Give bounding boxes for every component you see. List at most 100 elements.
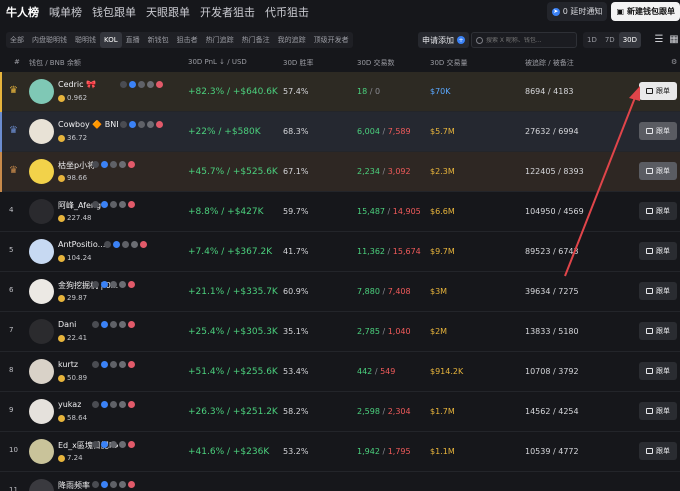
copy-icon[interactable] — [138, 81, 145, 88]
copy-icon[interactable] — [110, 161, 117, 168]
table-row[interactable]: 4 阿峰_Afeng 227.48 +8.8% / +$427K 59.7% 15,487… — [0, 192, 680, 232]
heart-icon[interactable] — [128, 161, 135, 168]
copy-icon[interactable] — [110, 441, 117, 448]
wallet-name[interactable]: kurtz — [58, 360, 78, 369]
avatar[interactable] — [29, 159, 54, 184]
wallet-name[interactable]: Cedric 🎀 — [58, 80, 96, 89]
tab-wallet-copy[interactable]: 钱包跟单 — [92, 4, 136, 20]
tab-dev-snipe[interactable]: 开发者狙击 — [200, 4, 255, 20]
avatar[interactable] — [29, 199, 54, 224]
avatar[interactable] — [29, 279, 54, 304]
apply-add-button[interactable]: 申请添加 + — [418, 32, 469, 48]
period-7d[interactable]: 7D — [601, 32, 619, 48]
period-30d[interactable]: 30D — [618, 32, 641, 48]
x-twitter-icon[interactable] — [147, 81, 154, 88]
tab-call-ranking[interactable]: 喊单榜 — [49, 4, 82, 20]
avatar[interactable] — [29, 359, 54, 384]
avatar[interactable] — [29, 119, 54, 144]
chip-inner-smart[interactable]: 内盘聪明钱 — [28, 32, 71, 48]
avatar[interactable] — [29, 439, 54, 464]
chip-hot-note[interactable]: 热门备注 — [238, 32, 274, 48]
settings-icon[interactable]: ⚙ — [671, 58, 677, 66]
period-1d[interactable]: 1D — [583, 32, 601, 48]
heart-icon[interactable] — [156, 81, 163, 88]
chip-smart-money[interactable]: 聪明钱 — [71, 32, 100, 48]
follow-button[interactable]: 跟单 — [639, 242, 677, 260]
wallet-name[interactable]: Dani — [58, 320, 76, 329]
table-row[interactable]: 8 kurtz 50.89 +51.4% / +$255.6K 53.4% 442 / 5… — [0, 352, 680, 392]
table-row[interactable]: 10Ed_x區塊日記Hx...7.24+41.6% / +$236K53.2%1… — [0, 432, 680, 472]
edit-icon[interactable] — [120, 81, 127, 88]
table-row[interactable]: ♛ 枯坐p小将 98.66 +45.7% / +$525.6K 67.1% 2,234 /… — [0, 152, 680, 192]
col-pnl[interactable]: 30D PnL ↓ / USD — [188, 58, 247, 66]
copy-icon[interactable] — [110, 401, 117, 408]
notify-button[interactable]: ➤ 0 延时通知 — [546, 2, 608, 21]
x-twitter-icon[interactable] — [119, 281, 126, 288]
chip-live[interactable]: 直播 — [122, 32, 144, 48]
table-row[interactable]: 11 降雨频率 — [0, 472, 680, 491]
edit-icon[interactable] — [92, 441, 99, 448]
edit-icon[interactable] — [120, 121, 127, 128]
chip-top-dev[interactable]: 顶级开发者 — [310, 32, 353, 48]
col-volume[interactable]: 30D 交易量 — [430, 58, 468, 68]
chip-new-wallet[interactable]: 新钱包 — [144, 32, 173, 48]
wallet-name[interactable]: 枯坐p小将 — [58, 160, 95, 171]
edit-icon[interactable] — [92, 161, 99, 168]
follow-button[interactable]: 跟单 — [639, 82, 677, 100]
heart-icon[interactable] — [128, 361, 135, 368]
x-twitter-icon[interactable] — [119, 321, 126, 328]
heart-icon[interactable] — [128, 481, 135, 488]
edit-icon[interactable] — [92, 281, 99, 288]
edit-icon[interactable] — [92, 481, 99, 488]
avatar[interactable] — [29, 399, 54, 424]
tab-skyeye-copy[interactable]: 天眼跟单 — [146, 4, 190, 20]
heart-icon[interactable] — [128, 281, 135, 288]
chip-my-track[interactable]: 我的追踪 — [274, 32, 310, 48]
x-twitter-icon[interactable] — [119, 201, 126, 208]
new-wallet-copy-button[interactable]: ▣ 新建钱包跟单 — [611, 2, 680, 21]
table-row[interactable]: 7 Dani 22.41 +25.4% / +$305.3K 35.1% 2,785 / … — [0, 312, 680, 352]
follow-button[interactable]: 跟单 — [639, 442, 677, 460]
list-icon[interactable]: ☰ — [653, 34, 665, 46]
chip-sniper[interactable]: 狙击者 — [173, 32, 202, 48]
x-twitter-icon[interactable] — [147, 121, 154, 128]
heart-icon[interactable] — [156, 121, 163, 128]
copy-icon[interactable] — [110, 201, 117, 208]
x-twitter-icon[interactable] — [119, 441, 126, 448]
tab-token-snipe[interactable]: 代币狙击 — [265, 4, 309, 20]
chip-kol[interactable]: KOL — [100, 32, 122, 48]
edit-icon[interactable] — [92, 401, 99, 408]
col-tracked[interactable]: 被追踪 / 被备注 — [525, 58, 574, 68]
chip-all[interactable]: 全部 — [6, 32, 28, 48]
x-twitter-icon[interactable] — [131, 241, 138, 248]
edit-icon[interactable] — [92, 321, 99, 328]
follow-button[interactable]: 跟单 — [639, 362, 677, 380]
avatar[interactable] — [29, 79, 54, 104]
table-row[interactable]: 9 yukaz 58.64 +26.3% / +$251.2K 58.2% 2,598 /… — [0, 392, 680, 432]
chip-hot-track[interactable]: 热门追踪 — [202, 32, 238, 48]
heart-icon[interactable] — [128, 401, 135, 408]
col-wallet[interactable]: 钱包 / BNB 余额 — [29, 58, 81, 68]
heart-icon[interactable] — [128, 441, 135, 448]
follow-button[interactable]: 跟单 — [639, 202, 677, 220]
table-row[interactable]: 6 金狗挖掘机 | 0x... 29.87 +21.1% / +$335.7K 60.9… — [0, 272, 680, 312]
edit-icon[interactable] — [92, 201, 99, 208]
wallet-name[interactable]: Cowboy 🔶 BNB... — [58, 120, 118, 129]
heart-icon[interactable] — [128, 321, 135, 328]
copy-icon[interactable] — [122, 241, 129, 248]
copy-icon[interactable] — [110, 281, 117, 288]
wallet-name[interactable]: AntPositio... — [58, 240, 105, 249]
follow-button[interactable]: 跟单 — [639, 402, 677, 420]
follow-button[interactable]: 跟单 — [639, 322, 677, 340]
copy-icon[interactable] — [110, 481, 117, 488]
search-box[interactable] — [471, 32, 577, 48]
avatar[interactable] — [29, 479, 54, 491]
heart-icon[interactable] — [128, 201, 135, 208]
tab-bull-ranking[interactable]: 牛人榜 — [6, 4, 39, 20]
copy-icon[interactable] — [110, 361, 117, 368]
follow-button[interactable]: 跟单 — [639, 122, 677, 140]
col-winrate[interactable]: 30D 胜率 — [283, 58, 314, 68]
edit-icon[interactable] — [92, 361, 99, 368]
grid-icon[interactable]: ▦ — [668, 34, 680, 46]
table-row[interactable]: ♛ Cowboy 🔶 BNB... 36.72 +22% / +$580K 68.3% 6… — [0, 112, 680, 152]
